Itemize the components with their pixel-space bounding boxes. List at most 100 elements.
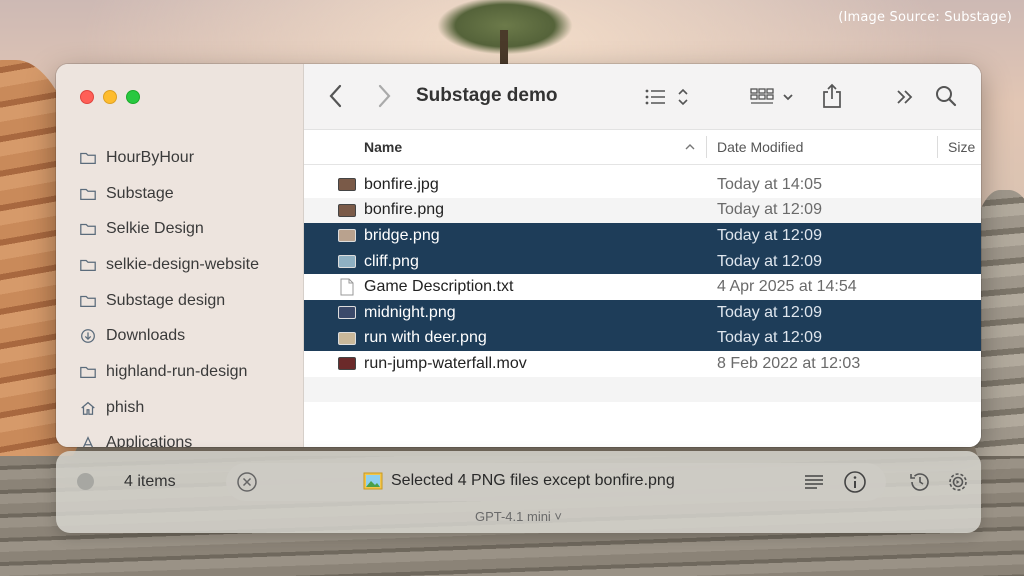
sidebar-item-phish[interactable]: phish (56, 390, 303, 426)
home-icon (78, 399, 98, 417)
video-thumbnail-icon (338, 357, 356, 371)
list-view-icon (645, 88, 688, 106)
file-row-run-jump-waterfall-mov[interactable]: run-jump-waterfall.mov 8 Feb 2022 at 12:… (304, 351, 981, 377)
sidebar-item-downloads[interactable]: Downloads (56, 318, 303, 354)
sidebar-item-label: highland-run-design (106, 362, 248, 380)
history-icon[interactable] (908, 470, 932, 494)
image-thumbnail-icon (338, 203, 356, 217)
image-credit: (Image Source: Substage) (838, 10, 1012, 25)
command-bar: Selected 4 PNG files except bonfire.png (226, 463, 886, 501)
file-row-run-with-deer-png[interactable]: run with deer.png Today at 12:09 (304, 325, 981, 352)
file-name: run with deer.png (364, 329, 487, 347)
sidebar-item-selkie-design[interactable]: Selkie Design (56, 211, 303, 247)
image-thumbnail-icon (338, 331, 356, 345)
file-name: bonfire.png (364, 201, 445, 219)
sidebar-item-substage[interactable]: Substage (56, 176, 303, 212)
file-date: Today at 12:09 (717, 226, 822, 244)
search-icon (936, 86, 957, 107)
file-row-midnight-png[interactable]: midnight.png Today at 12:09 (304, 299, 981, 326)
toolbar: Substage demo (304, 64, 981, 130)
file-name: midnight.png (364, 303, 456, 321)
command-text: Selected 4 PNG files except bonfire.png (391, 472, 675, 489)
sidebar-item-label: phish (106, 398, 145, 416)
back-button[interactable] (326, 82, 346, 110)
close-button[interactable] (80, 90, 94, 104)
folder-icon (78, 363, 98, 381)
sidebar-list: HourByHour Substage Selkie Design selkie… (56, 140, 303, 447)
image-thumbnail-icon (338, 229, 356, 243)
model-selector[interactable]: GPT-4.1 mini ˅ (56, 509, 981, 524)
file-date: Today at 14:05 (717, 175, 822, 193)
column-name[interactable]: Name (364, 139, 402, 155)
finder-window: HourByHour Substage Selkie Design selkie… (56, 64, 981, 447)
folder-icon (78, 185, 98, 203)
column-size[interactable]: Size (948, 139, 975, 155)
sidebar-item-substage-design[interactable]: Substage design (56, 283, 303, 319)
file-list: bonfire.jpg Today at 14:05 bonfire.png T… (304, 172, 981, 403)
file-name: Game Description.txt (364, 278, 514, 296)
folder-icon (78, 220, 98, 238)
gear-icon[interactable] (946, 470, 970, 494)
chevron-right-icon (378, 84, 391, 108)
file-date: Today at 12:09 (717, 303, 822, 321)
sidebar-item-hourbyhour[interactable]: HourByHour (56, 140, 303, 176)
column-date-modified[interactable]: Date Modified (717, 139, 803, 155)
share-icon (823, 83, 841, 108)
sidebar-item-label: Selkie Design (106, 220, 204, 238)
text-lines-icon[interactable] (803, 471, 825, 493)
window-title: Substage demo (416, 85, 558, 106)
column-separator (706, 136, 707, 158)
picture-icon (363, 472, 383, 490)
more-button[interactable] (894, 86, 916, 108)
forward-button[interactable] (374, 82, 394, 110)
zoom-button[interactable] (126, 90, 140, 104)
view-options-button[interactable] (644, 86, 690, 108)
empty-row (304, 376, 981, 403)
grid-icon (750, 88, 793, 104)
share-button[interactable] (821, 82, 843, 110)
file-row-game-description-txt[interactable]: Game Description.txt 4 Apr 2025 at 14:54 (304, 274, 981, 300)
document-icon (340, 278, 354, 296)
file-name: cliff.png (364, 252, 419, 270)
chevron-left-icon (329, 84, 342, 108)
sidebar-item-label: Substage design (106, 291, 226, 309)
folder-icon (78, 292, 98, 310)
sidebar-item-label: selkie-design-website (106, 255, 259, 273)
info-icon[interactable] (843, 470, 867, 494)
file-row-cliff-png[interactable]: cliff.png Today at 12:09 (304, 248, 981, 275)
sidebar: HourByHour Substage Selkie Design selkie… (56, 64, 304, 447)
minimize-button[interactable] (103, 90, 117, 104)
file-date: 8 Feb 2022 at 12:03 (717, 354, 861, 372)
file-row-bonfire-png[interactable]: bonfire.png Today at 12:09 (304, 197, 981, 224)
group-button[interactable] (750, 86, 796, 108)
file-date: 4 Apr 2025 at 14:54 (717, 278, 857, 296)
background-tree-trunk (500, 30, 508, 64)
column-separator (937, 136, 938, 158)
sidebar-item-label: Downloads (106, 327, 186, 345)
image-thumbnail-icon (338, 306, 356, 320)
file-date: Today at 12:09 (717, 252, 822, 270)
image-thumbnail-icon (338, 178, 356, 192)
column-header: Name Date Modified Size (304, 130, 981, 165)
window-controls (80, 90, 140, 104)
folder-icon (78, 256, 98, 274)
image-thumbnail-icon (338, 255, 356, 269)
main-pane: Substage demo Name Date Modified Size bo… (304, 64, 981, 447)
file-row-bonfire-jpg[interactable]: bonfire.jpg Today at 14:05 (304, 172, 981, 198)
file-date: Today at 12:09 (717, 201, 822, 219)
sidebar-item-applications[interactable]: Applications (56, 426, 303, 447)
file-date: Today at 12:09 (717, 329, 822, 347)
substage-panel: 4 items Selected 4 PNG files except bonf… (56, 451, 981, 533)
file-name: run-jump-waterfall.mov (364, 354, 527, 372)
file-row-bridge-png[interactable]: bridge.png Today at 12:09 (304, 223, 981, 249)
download-circle-icon (78, 327, 98, 345)
sidebar-item-highland-run-design[interactable]: highland-run-design (56, 354, 303, 390)
applications-icon (78, 434, 98, 447)
folder-icon (78, 149, 98, 167)
search-button[interactable] (934, 84, 958, 108)
sidebar-item-selkie-design-website[interactable]: selkie-design-website (56, 247, 303, 283)
sort-ascending-icon (685, 144, 695, 150)
clear-icon[interactable] (236, 471, 258, 493)
sidebar-item-label: Applications (106, 434, 193, 447)
double-chevron-right-icon (897, 90, 913, 104)
